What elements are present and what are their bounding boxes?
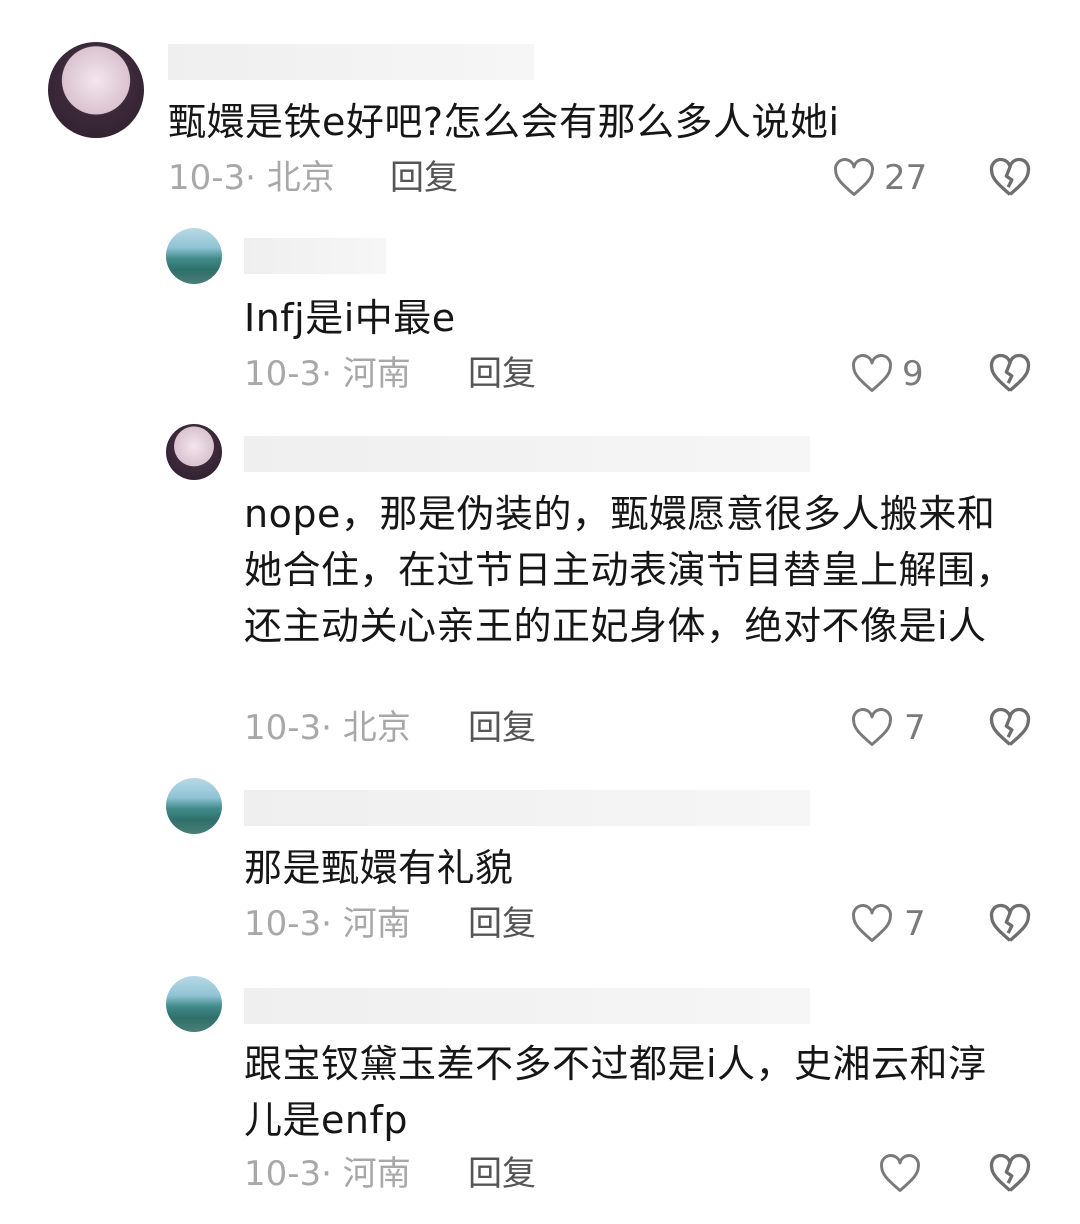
comment-date-location: 10-3· 河南	[244, 904, 411, 944]
like-count: 7	[904, 904, 926, 944]
reply-button[interactable]: 回复	[468, 904, 536, 944]
comment-date-location: 10-3· 北京	[168, 158, 335, 198]
comment-thread: 甄嬛是铁e好吧?怎么会有那么多人说她i 10-3· 北京 回复 27 Infj是…	[0, 0, 1080, 1224]
comment-text: 跟宝钗黛玉差不多不过都是i人，史湘云和淳儿是enfp	[244, 1042, 987, 1142]
comment-date-location: 10-3· 河南	[244, 1154, 411, 1194]
comment-text: Infj是i中最e	[244, 296, 456, 340]
avatar[interactable]	[166, 228, 222, 284]
comment-date-location: 10-3· 河南	[244, 354, 411, 394]
avatar[interactable]	[166, 778, 222, 834]
username-redacted	[244, 436, 810, 472]
broken-heart-icon[interactable]	[988, 352, 1032, 396]
like-count: 7	[904, 708, 926, 748]
heart-icon[interactable]	[832, 156, 876, 200]
like-count: 27	[884, 158, 928, 198]
reply-button[interactable]: 回复	[468, 1154, 536, 1194]
avatar[interactable]	[166, 976, 222, 1032]
heart-icon[interactable]	[850, 352, 894, 396]
broken-heart-icon[interactable]	[988, 902, 1032, 946]
avatar[interactable]	[166, 424, 222, 480]
reply-button[interactable]: 回复	[468, 354, 536, 394]
reply-button[interactable]: 回复	[468, 708, 536, 748]
heart-icon[interactable]	[850, 902, 894, 946]
username-redacted	[244, 988, 810, 1024]
broken-heart-icon[interactable]	[988, 156, 1032, 200]
like-count: 9	[902, 354, 924, 394]
avatar[interactable]	[48, 42, 144, 138]
heart-icon[interactable]	[850, 706, 894, 750]
comment-text: nope，那是伪装的，甄嬛愿意很多人搬来和她合住，在过节日主动表演节目替皇上解围…	[244, 492, 1015, 648]
comment-text: 那是甄嬛有礼貌	[244, 846, 514, 890]
username-redacted	[244, 790, 810, 826]
comment-date-location: 10-3· 北京	[244, 708, 411, 748]
username-redacted	[244, 238, 386, 274]
heart-icon[interactable]	[878, 1152, 922, 1196]
comment-text: 甄嬛是铁e好吧?怎么会有那么多人说她i	[168, 100, 840, 144]
broken-heart-icon[interactable]	[988, 706, 1032, 750]
broken-heart-icon[interactable]	[988, 1152, 1032, 1196]
reply-button[interactable]: 回复	[390, 158, 458, 198]
username-redacted	[168, 44, 534, 80]
